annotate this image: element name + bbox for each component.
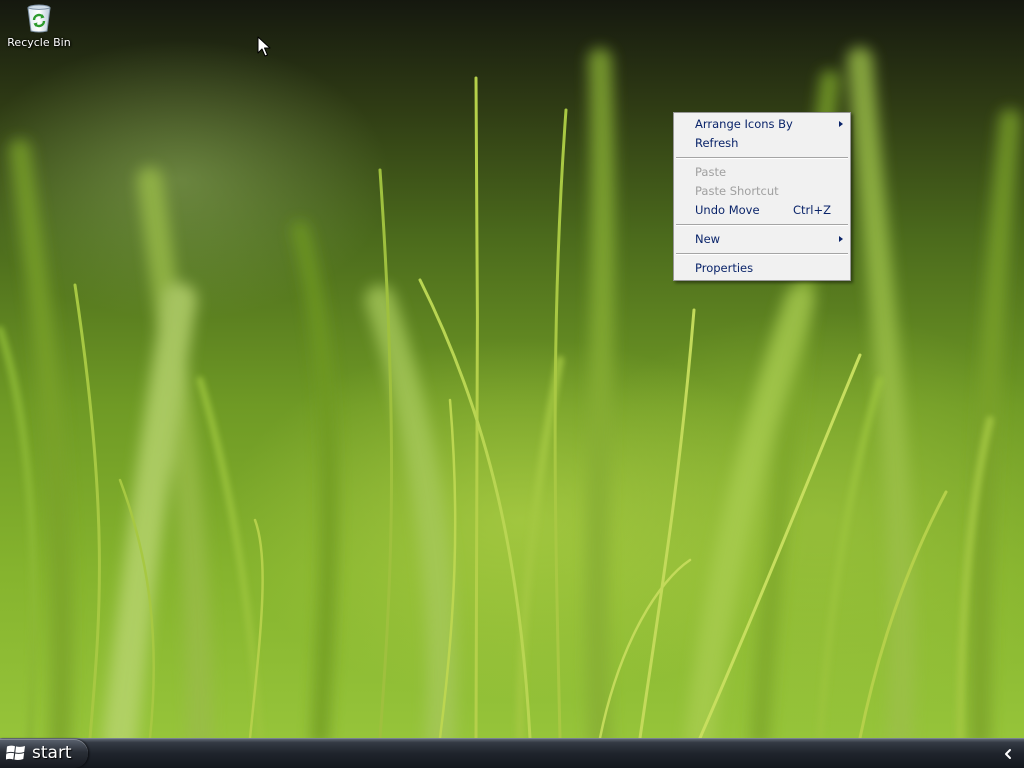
submenu-arrow-icon [839, 236, 843, 242]
windows-logo-icon [6, 745, 25, 760]
menu-item-label: Undo Move [695, 203, 760, 217]
taskbar: start [0, 738, 1024, 768]
menu-item-new[interactable]: New [674, 230, 850, 249]
mouse-cursor-icon [257, 36, 271, 57]
menu-separator [676, 157, 848, 159]
desktop-icon-recycle-bin[interactable]: Recycle Bin [4, 2, 74, 49]
menu-item-label: Paste Shortcut [695, 184, 779, 198]
menu-item-label: Arrange Icons By [695, 117, 793, 131]
desktop-icon-label: Recycle Bin [7, 36, 71, 49]
menu-item-undo-move[interactable]: Undo Move Ctrl+Z [674, 201, 850, 220]
start-button[interactable]: start [0, 739, 88, 768]
menu-separator [676, 253, 848, 255]
desktop[interactable]: Recycle Bin Arrange Icons By Refresh Pas… [0, 0, 1024, 738]
menu-item-label: New [695, 232, 721, 246]
start-button-label: start [32, 743, 72, 763]
menu-item-label: Paste [695, 165, 727, 179]
menu-item-arrange-icons-by[interactable]: Arrange Icons By [674, 115, 850, 134]
menu-item-paste-shortcut: Paste Shortcut [674, 182, 850, 201]
chevron-left-icon[interactable] [1002, 748, 1014, 760]
menu-item-label: Properties [695, 261, 754, 275]
submenu-arrow-icon [839, 121, 843, 127]
menu-item-label: Refresh [695, 136, 739, 150]
menu-item-refresh[interactable]: Refresh [674, 134, 850, 153]
desktop-context-menu: Arrange Icons By Refresh Paste Paste Sho… [673, 112, 851, 281]
wallpaper-grass [0, 47, 1021, 738]
recycle-bin-icon [23, 2, 55, 34]
menu-item-properties[interactable]: Properties [674, 259, 850, 278]
menu-item-shortcut: Ctrl+Z [793, 203, 831, 217]
menu-separator [676, 224, 848, 226]
menu-item-paste: Paste [674, 163, 850, 182]
